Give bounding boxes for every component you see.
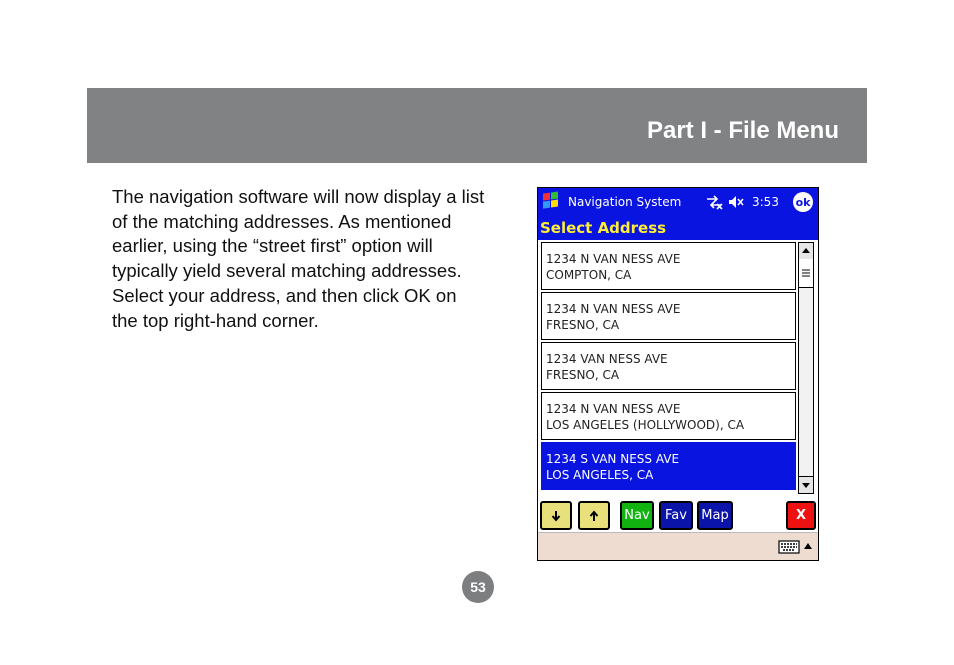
address-item-1[interactable]: 1234 N VAN NESS AVE COMPTON, CA <box>541 242 796 290</box>
address-line2: COMPTON, CA <box>546 268 632 282</box>
address-item-5-selected[interactable]: 1234 S VAN NESS AVE LOS ANGELES, CA <box>541 442 796 490</box>
scroll-thumb[interactable] <box>799 259 813 288</box>
arrow-up-icon <box>589 509 599 521</box>
address-item-3[interactable]: 1234 VAN NESS AVE FRESNO, CA <box>541 342 796 390</box>
scroll-up-arrow[interactable] <box>799 243 813 260</box>
bottom-menu-bar <box>538 532 818 560</box>
address-line1: 1234 N VAN NESS AVE <box>546 302 681 316</box>
sync-icon[interactable] <box>705 194 723 210</box>
scroll-down-icon <box>802 483 810 488</box>
screen-title: Select Address <box>538 217 818 240</box>
header-band: Part I - File Menu <box>87 88 867 163</box>
ok-button[interactable]: ok <box>793 192 813 212</box>
grip-icon <box>802 269 810 277</box>
app-title: Navigation System <box>568 195 682 209</box>
titlebar: Navigation System 3:53 ok <box>538 188 818 217</box>
move-down-button[interactable] <box>540 501 572 530</box>
address-line2: LOS ANGELES, CA <box>546 468 654 482</box>
address-line1: 1234 N VAN NESS AVE <box>546 252 681 266</box>
scroll-down-arrow[interactable] <box>799 476 813 493</box>
address-line2: LOS ANGELES (HOLLYWOOD), CA <box>546 418 745 432</box>
map-button[interactable]: Map <box>697 501 733 530</box>
speaker-muted-icon[interactable] <box>728 194 744 210</box>
address-list: 1234 N VAN NESS AVE COMPTON, CA 1234 N V… <box>541 242 797 492</box>
close-button[interactable]: X <box>786 501 816 530</box>
address-line2: FRESNO, CA <box>546 318 620 332</box>
page-title: Part I - File Menu <box>646 117 839 144</box>
keyboard-icon[interactable] <box>778 539 800 555</box>
address-line1: 1234 N VAN NESS AVE <box>546 402 681 416</box>
pda-screenshot: Navigation System 3:53 ok Select Address… <box>537 187 819 561</box>
page-number-badge: 53 <box>462 571 494 603</box>
address-line2: FRESNO, CA <box>546 368 620 382</box>
windows-start-icon[interactable] <box>540 191 562 213</box>
fav-button[interactable]: Fav <box>659 501 693 530</box>
clock[interactable]: 3:53 <box>752 195 779 209</box>
address-item-2[interactable]: 1234 N VAN NESS AVE FRESNO, CA <box>541 292 796 340</box>
arrow-down-icon <box>551 510 561 522</box>
address-line1: 1234 S VAN NESS AVE <box>546 452 680 466</box>
scroll-up-icon <box>802 248 810 253</box>
list-scrollbar[interactable] <box>798 242 814 494</box>
body-paragraph: The navigation software will now display… <box>112 186 485 331</box>
address-item-4[interactable]: 1234 N VAN NESS AVE LOS ANGELES (HOLLYWO… <box>541 392 796 440</box>
move-up-button[interactable] <box>578 501 610 530</box>
nav-button[interactable]: Nav <box>620 501 654 530</box>
address-line1: 1234 VAN NESS AVE <box>546 352 668 366</box>
sip-arrow-icon[interactable] <box>803 541 813 551</box>
